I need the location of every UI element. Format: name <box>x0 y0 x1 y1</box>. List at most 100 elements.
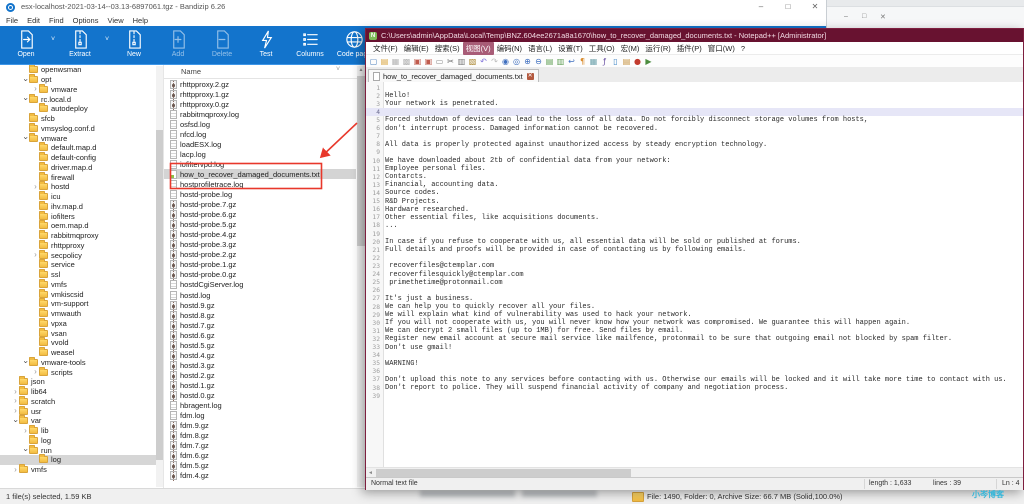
tree-item-rhttpproxy[interactable]: rhttpproxy <box>0 241 163 251</box>
filelist-scrollbar[interactable]: ▲ <box>357 66 365 487</box>
editor-line[interactable]: 6don't interrupt process. Damaged inform… <box>366 125 1023 133</box>
file-row[interactable]: hostd-probe.6.gz <box>164 210 356 220</box>
npp-menu-item[interactable]: 语言(L) <box>525 42 555 55</box>
tree-item-run[interactable]: ›run <box>0 445 163 455</box>
npp-menu-item[interactable]: 编辑(E) <box>401 42 432 55</box>
tree-item-secpolicy[interactable]: ›secpolicy <box>0 250 163 260</box>
open-button[interactable]: Open <box>4 26 48 64</box>
tree-scrollbar[interactable] <box>156 66 163 487</box>
npp-menu-item[interactable]: 工具(O) <box>586 42 618 55</box>
editor-line[interactable]: 5Forced shutdown of devices can lead to … <box>366 116 1023 124</box>
file-row[interactable]: hostd-probe.3.gz <box>164 240 356 250</box>
file-row[interactable]: hostd.1.gz <box>164 380 356 390</box>
npp-titlebar[interactable]: N C:\Users\admin\AppData\Local\Temp\BNZ.… <box>366 29 1023 42</box>
tree-item-vmwauth[interactable]: vmwauth <box>0 309 163 319</box>
npp-menu-item[interactable]: 文件(F) <box>370 42 401 55</box>
editor-line[interactable]: 34 <box>366 352 1023 360</box>
tree-item-icu[interactable]: icu <box>0 192 163 202</box>
editor-line[interactable]: 37Don't upload this note to any services… <box>366 376 1023 384</box>
expand-caret-icon[interactable]: › <box>32 85 39 93</box>
minimize-button[interactable]: – <box>750 1 772 13</box>
file-row[interactable]: hbragent.log <box>164 401 356 411</box>
editor-line[interactable]: 18... <box>366 222 1023 230</box>
bandizip-menu-file[interactable]: File <box>6 16 18 25</box>
column-header-name[interactable]: Name ˅ <box>164 65 365 79</box>
editor-line[interactable]: 1 <box>366 84 1023 92</box>
text-editor[interactable]: 12Hello!3Your network is penetrated.45Fo… <box>366 82 1023 467</box>
bg-maximize-button[interactable]: □ <box>862 13 866 20</box>
file-row[interactable]: osfsd.log <box>164 119 356 129</box>
file-row[interactable]: rhttpproxy.0.gz <box>164 99 356 109</box>
expand-caret-icon[interactable]: › <box>12 397 19 405</box>
editor-line[interactable]: 20In case if you refuse to cooperate wit… <box>366 238 1023 246</box>
bg-minimize-button[interactable]: – <box>844 13 848 20</box>
add-button[interactable]: Add <box>156 26 200 64</box>
file-row[interactable]: hostd-probe.log <box>164 190 356 200</box>
npp-menu-item[interactable]: 窗口(W) <box>705 42 738 55</box>
file-row[interactable]: fdm.4.gz <box>164 471 356 481</box>
scroll-left-icon[interactable]: ◄ <box>366 469 375 477</box>
tree-item-log[interactable]: log <box>0 436 163 446</box>
copy-icon[interactable]: ▥ <box>456 56 467 67</box>
tree-item-default-config[interactable]: default-config <box>0 153 163 163</box>
file-row[interactable]: hostdCgiServer.log <box>164 280 356 290</box>
tab-close-icon[interactable]: ✕ <box>527 73 534 80</box>
tree-item-vmfs[interactable]: vmfs <box>0 280 163 290</box>
file-row[interactable]: hostd.4.gz <box>164 350 356 360</box>
tree-item-service[interactable]: service <box>0 260 163 270</box>
new-button[interactable]: New <box>112 26 156 64</box>
editor-line[interactable]: 26 <box>366 287 1023 295</box>
tree-scrollbar-thumb[interactable] <box>156 130 163 460</box>
file-row[interactable]: fdm.6.gz <box>164 451 356 461</box>
file-row[interactable]: iofiltervpd.log <box>164 159 356 169</box>
close-button[interactable]: ✕ <box>804 1 826 13</box>
tree-item-scratch[interactable]: ›scratch <box>0 397 163 407</box>
undo-icon[interactable]: ↶ <box>478 56 489 67</box>
horizontal-scrollbar-thumb[interactable] <box>376 469 631 477</box>
npp-menu-item[interactable]: ? <box>738 43 748 54</box>
file-row[interactable]: hostd-probe.2.gz <box>164 250 356 260</box>
editor-line[interactable]: 32Register new email account at secure m… <box>366 335 1023 343</box>
file-row[interactable]: fdm.9.gz <box>164 421 356 431</box>
editor-line[interactable]: 27It's just a business. <box>366 295 1023 303</box>
editor-line[interactable]: 22 <box>366 254 1023 262</box>
npp-menu-item[interactable]: 插件(P) <box>674 42 705 55</box>
editor-line[interactable]: 23 recoverfiles@ctemplar.com <box>366 262 1023 270</box>
editor-line[interactable]: 11Employee personal files. <box>366 165 1023 173</box>
tree-item-rabbitmqproxy[interactable]: rabbitmqproxy <box>0 231 163 241</box>
macro-play-icon[interactable]: ▶ <box>643 56 654 67</box>
file-row[interactable]: rhttpproxy.1.gz <box>164 89 356 99</box>
file-row[interactable]: hostd.0.gz <box>164 390 356 400</box>
tree-item-vsan[interactable]: vsan <box>0 328 163 338</box>
zoom-in-icon[interactable]: ⊕ <box>522 56 533 67</box>
tree-item-iofilters[interactable]: iofilters <box>0 211 163 221</box>
expand-caret-icon[interactable]: › <box>22 427 29 435</box>
bandizip-menu-options[interactable]: Options <box>73 16 99 25</box>
editor-line[interactable]: 30If you will not cooperate with us, you… <box>366 319 1023 327</box>
npp-menu-item[interactable]: 设置(T) <box>555 42 586 55</box>
delete-button[interactable]: Delete <box>200 26 244 64</box>
expand-caret-icon[interactable]: › <box>12 407 19 415</box>
sync-scroll-h-icon[interactable]: ▥ <box>555 56 566 67</box>
replace-icon[interactable]: ◎ <box>511 56 522 67</box>
tree-item-vmkiscsid[interactable]: vmkiscsid <box>0 289 163 299</box>
editor-line[interactable]: 33Don't use gmail! <box>366 344 1023 352</box>
editor-line[interactable]: 15R&D Projects. <box>366 198 1023 206</box>
editor-line[interactable]: 36 <box>366 368 1023 376</box>
editor-line[interactable]: 13Financial, accounting data. <box>366 181 1023 189</box>
tree-item-vvold[interactable]: vvold <box>0 338 163 348</box>
maximize-button[interactable]: □ <box>777 1 799 13</box>
editor-line[interactable]: 24 recoverfilesquickly@ctemplar.com <box>366 271 1023 279</box>
tree-item-vmware[interactable]: ›vmware <box>0 85 163 95</box>
archive-file-list[interactable]: Name ˅ rhttpproxy.2.gzrhttpproxy.1.gzrht… <box>164 65 365 488</box>
print-icon[interactable]: ▭ <box>434 56 445 67</box>
save-icon[interactable]: ▦ <box>390 56 401 67</box>
tree-item-lib64[interactable]: ›lib64 <box>0 387 163 397</box>
editor-line[interactable]: 38Don't report to police. They will susp… <box>366 384 1023 392</box>
document-tab[interactable]: how_to_recover_damaged_documents.txt ✕ <box>368 69 539 82</box>
file-row[interactable]: hostd-probe.1.gz <box>164 260 356 270</box>
tree-item-weasel[interactable]: weasel <box>0 348 163 358</box>
test-button[interactable]: Test <box>244 26 288 64</box>
tree-item-ihv.map.d[interactable]: ihv.map.d <box>0 202 163 212</box>
tree-item-vmfs[interactable]: ›vmfs <box>0 465 163 475</box>
